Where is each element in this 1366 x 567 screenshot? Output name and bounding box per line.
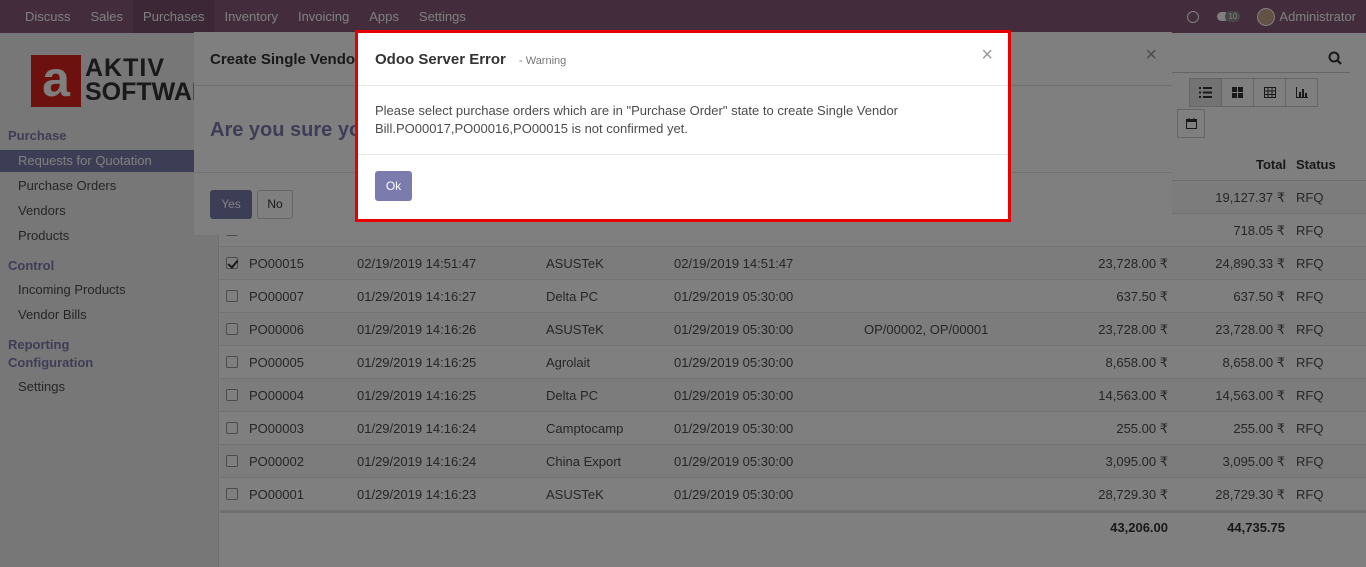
error-dialog-header: Odoo Server Error - Warning × bbox=[358, 33, 1008, 86]
error-message: Please select purchase orders which are … bbox=[375, 103, 899, 136]
close-icon[interactable]: × bbox=[981, 44, 993, 67]
error-dialog-title: Odoo Server Error bbox=[375, 51, 506, 68]
server-error-dialog: Odoo Server Error - Warning × Please sel… bbox=[355, 30, 1011, 222]
error-dialog-subtitle: - Warning bbox=[519, 55, 567, 67]
ok-button[interactable]: Ok bbox=[375, 171, 412, 201]
error-dialog-footer: Ok bbox=[358, 154, 1008, 219]
